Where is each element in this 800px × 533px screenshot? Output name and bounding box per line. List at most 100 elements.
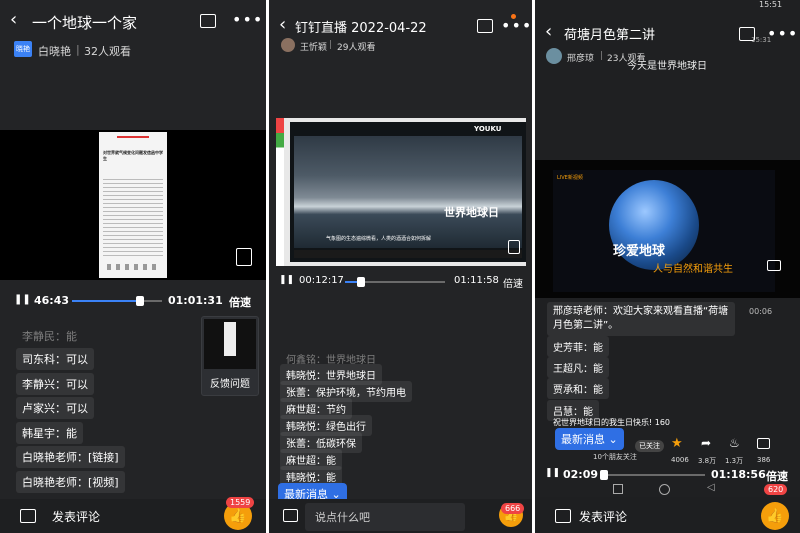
live-panel-3: 15:51 ‹ 荷塘月色第二讲 ••• 15:31 邢彦琼 | 23人观看 今天…	[535, 0, 800, 533]
bottom-bar: 说点什么吧 👍	[269, 499, 532, 533]
comment-edit-icon[interactable]	[20, 509, 36, 523]
chat-message: 司东科：可以	[16, 348, 94, 370]
chat-message: 白晓艳老师：[链接]	[16, 446, 125, 468]
time-current: 46:43	[34, 294, 70, 307]
page-title: 一个地球一个家	[32, 14, 138, 32]
chat-message: 卢家兴：可以	[16, 397, 94, 419]
progress-track[interactable]	[601, 474, 705, 476]
video-art-sub: 人与自然和谐共生	[653, 264, 733, 275]
left-edge-strip	[276, 118, 284, 266]
doc-header-line	[117, 136, 149, 138]
speed-button[interactable]: 倍速	[766, 468, 788, 484]
back-chevron-icon[interactable]: ‹	[279, 16, 286, 34]
nav-back-icon[interactable]: ◁	[707, 482, 715, 493]
video-caption: 气象图的生态遍综微看，人类的酒酒合如何拆解	[326, 236, 432, 242]
video-tag: LIVE新视频	[557, 175, 583, 181]
nav-home-icon[interactable]	[659, 484, 670, 495]
comment-button[interactable]: 发表评论	[579, 508, 627, 525]
new-message-button[interactable]: 最新消息 ⌄	[555, 428, 624, 450]
host-name[interactable]: 白晓艳	[38, 43, 71, 59]
chat-message: 史芳菲：能	[547, 336, 609, 357]
chat-message: 李静兴：可以	[16, 373, 94, 395]
pause-icon[interactable]: ❚❚	[14, 294, 31, 305]
video-art-main: 珍爱地球	[613, 244, 666, 259]
chat-message: 王超凡：能	[547, 357, 609, 378]
pip-icon[interactable]	[200, 14, 216, 28]
progress-knob[interactable]	[357, 277, 365, 287]
sky-landscape-image: 世界地球日	[294, 136, 522, 248]
viewer-count: 29人观看	[337, 43, 376, 53]
chat-message: 白晓艳老师：[视频]	[16, 471, 125, 493]
host-avatar[interactable]	[546, 48, 562, 64]
flame-icon[interactable]: ♨	[729, 436, 740, 450]
video-player[interactable]: LIVE新视频 珍爱地球 人与自然和谐共生	[535, 160, 800, 298]
video-art-text: 世界地球日	[444, 206, 499, 219]
more-icon[interactable]: •••	[767, 24, 798, 43]
doc-toolbar	[107, 264, 159, 270]
back-chevron-icon[interactable]: ‹	[10, 11, 17, 29]
feedback-card[interactable]: 反馈问题	[201, 316, 259, 396]
status-time-overlay: 15:31	[751, 36, 772, 44]
share-icon[interactable]: ➦	[701, 436, 711, 450]
more-icon[interactable]: •••	[501, 16, 532, 35]
like-count-badge: 666	[501, 503, 525, 514]
host-avatar[interactable]	[281, 38, 295, 52]
host-avatar[interactable]: 晓艳	[14, 41, 32, 57]
feedback-label: 反馈问题	[210, 379, 250, 390]
comment-bubble-icon[interactable]	[757, 438, 770, 449]
comment-edit-icon[interactable]	[555, 509, 571, 523]
video-player[interactable]: 对世界就气候变化问题发信函中学生	[0, 130, 266, 280]
chat-input[interactable]: 说点什么吧	[305, 503, 465, 531]
video-bottom-bar	[294, 250, 522, 258]
star-icon[interactable]: ★	[671, 436, 683, 451]
star-count: 4006	[671, 456, 689, 464]
speed-button[interactable]: 倍速	[503, 275, 523, 290]
chat-timestamp: 00:06	[749, 307, 773, 316]
feedback-thumbnail	[204, 319, 256, 369]
comment-edit-icon[interactable]	[283, 509, 298, 522]
page-title: 荷塘月色第二讲	[564, 28, 656, 43]
chat-message: 邢彦琼老师：欢迎大家来观看直播“荷塘月色第二讲”。	[547, 302, 735, 336]
video-screen: LIVE新视频 珍爱地球 人与自然和谐共生	[553, 170, 775, 292]
host-name[interactable]: 邢彦琼	[567, 51, 594, 64]
video-screen: 世界地球日 YOUKU 气象图的生态遍综微看，人类的酒酒合如何拆解	[290, 122, 526, 262]
video-player[interactable]: 世界地球日 YOUKU 气象图的生态遍综微看，人类的酒酒合如何拆解	[276, 118, 526, 266]
viewer-count: 32人观看	[84, 45, 131, 58]
pip-icon[interactable]	[477, 19, 493, 33]
rotate-screen-icon[interactable]	[236, 248, 252, 266]
speed-button[interactable]: 倍速	[229, 294, 251, 310]
document-frame: 对世界就气候变化问题发信函中学生	[99, 132, 167, 278]
chat-message: 贾承和：能	[547, 378, 609, 399]
back-chevron-icon[interactable]: ‹	[545, 23, 552, 41]
like-count-badge: 620	[764, 484, 788, 495]
like-thumb-icon[interactable]: 👍	[761, 502, 789, 530]
progress-knob[interactable]	[600, 470, 609, 480]
divider: |	[76, 43, 80, 56]
live-panel-1: ‹ 一个地球一个家 ••• 晓艳 白晓艳 | 32人观看 对世界就气候变化问题发…	[0, 0, 266, 533]
time-current: 00:12:17	[299, 275, 344, 286]
time-total: 01:01:31	[168, 294, 223, 307]
nav-square-icon[interactable]	[613, 484, 623, 494]
divider: |	[329, 40, 333, 50]
comment-button[interactable]: 发表评论	[52, 508, 100, 525]
thumbnail-doc	[224, 322, 236, 356]
status-time: 15:51	[759, 0, 783, 9]
like-count-badge: 1559	[226, 497, 255, 508]
rotate-screen-icon[interactable]	[508, 240, 520, 254]
chevron-down-icon: ⌄	[608, 433, 618, 446]
divider: |	[600, 51, 604, 61]
new-message-label: 最新消息	[561, 433, 605, 446]
follow-subtext: 10个朋友关注	[593, 453, 637, 461]
pause-icon[interactable]: ❚❚	[545, 468, 560, 478]
time-total: 01:18:56	[711, 468, 766, 481]
doc-heading: 对世界就气候变化问题发信函中学生	[103, 150, 163, 161]
progress-knob[interactable]	[136, 296, 145, 306]
chat-message: 李静民：能	[22, 330, 77, 343]
lock-icon[interactable]	[767, 260, 781, 271]
youku-logo: YOUKU	[474, 125, 502, 133]
more-icon[interactable]: •••	[232, 10, 263, 29]
pause-icon[interactable]: ❚❚	[279, 275, 294, 285]
time-current: 02:09	[563, 468, 599, 481]
host-name[interactable]: 王忻颖	[300, 40, 327, 53]
follow-badge[interactable]: 已关注	[635, 440, 664, 452]
